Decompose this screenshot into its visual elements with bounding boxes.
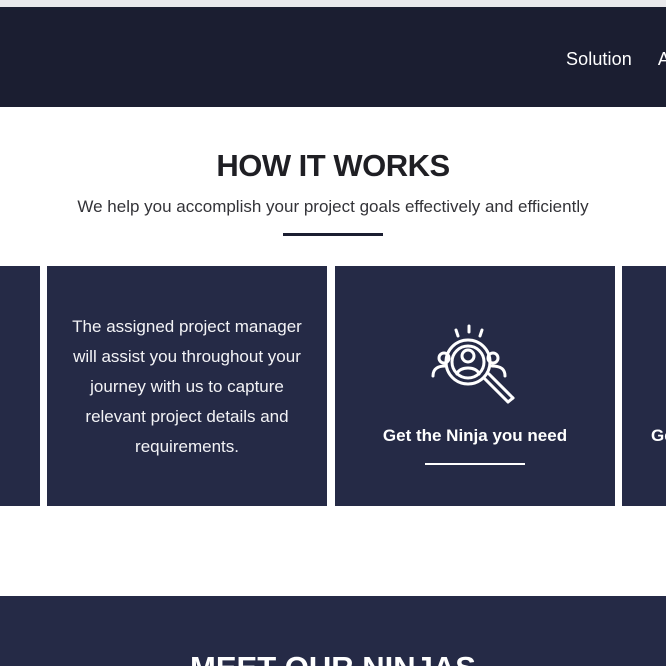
step-card-heading-underline xyxy=(425,463,525,465)
step-card-partial-left xyxy=(0,266,40,506)
ninja-search-icon xyxy=(431,324,515,404)
meet-our-ninjas-section: MEET OUR NINJAS xyxy=(0,596,666,666)
site-header: Solution A xyxy=(0,7,666,107)
browser-top-strip xyxy=(0,0,666,7)
step-card-partial-right: Ge xyxy=(622,266,666,506)
nav-link-truncated[interactable]: A xyxy=(658,49,666,70)
step-card-project-manager: The assigned project manager will assist… xyxy=(47,266,327,506)
how-it-works-title: HOW IT WORKS xyxy=(216,148,450,183)
step-card-heading: Get the Ninja you need xyxy=(382,426,568,445)
how-it-works-subtitle: We help you accomplish your project goal… xyxy=(77,197,589,216)
nav-link-solution[interactable]: Solution xyxy=(566,49,632,70)
main-nav: Solution A xyxy=(566,49,666,70)
step-card-heading-truncated: Ge xyxy=(651,426,666,445)
meet-our-ninjas-title: MEET OUR NINJAS xyxy=(0,650,666,666)
step-card-get-ninja: Get the Ninja you need xyxy=(335,266,615,506)
title-underline-divider xyxy=(283,233,383,236)
step-card-description: The assigned project manager will assist… xyxy=(72,317,302,456)
